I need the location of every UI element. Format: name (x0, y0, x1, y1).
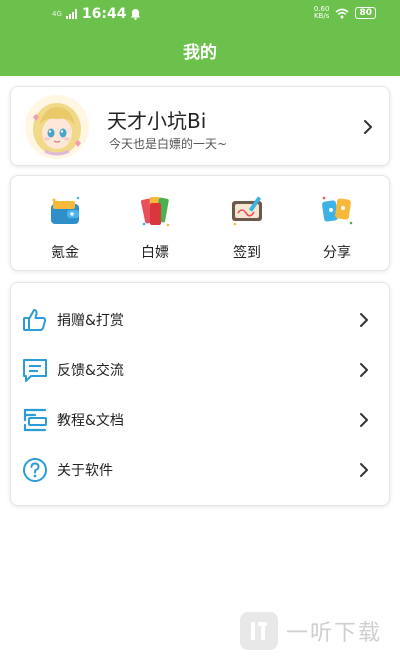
quick-action-label: 签到 (233, 245, 261, 261)
avatar[interactable] (25, 95, 89, 159)
wifi-icon (335, 8, 349, 18)
profile-name: 天才小坑Bi (107, 109, 207, 133)
share-icon (322, 196, 353, 225)
quick-action-label: 白嫖 (141, 245, 169, 261)
quick-action-krypton[interactable]: 氪金 (25, 190, 105, 262)
menu-item-label: 捐赠&打赏 (57, 313, 124, 329)
watermark-logo-icon (240, 612, 278, 650)
signal-icon (65, 9, 77, 19)
notification-bell-icon (131, 9, 141, 20)
quick-action-label: 分享 (323, 245, 351, 261)
menu-item-label: 反馈&交流 (57, 363, 124, 379)
thumbs-up-icon (23, 309, 47, 331)
chevron-right-icon (360, 313, 368, 327)
quick-actions-card: 氪金 白嫖 签到 分享 (10, 175, 390, 271)
anime-girl-avatar-icon (25, 95, 89, 159)
settings-menu-card: 捐赠&打赏 反馈&交流 教程&文档 关于软件 (10, 282, 390, 506)
chevron-right-icon[interactable] (361, 117, 375, 137)
quick-action-share[interactable]: 分享 (297, 190, 377, 262)
menu-item-donate[interactable]: 捐赠&打赏 (11, 295, 391, 345)
profile-signature: 今天也是白嫖的一天~ (109, 137, 228, 151)
menu-item-label: 教程&文档 (57, 413, 124, 429)
status-bar: 4G 16:44 0.60 KB/s 80 (0, 0, 400, 28)
chevron-right-icon (360, 463, 368, 477)
watermark-text: 一听下载 (286, 621, 383, 646)
menu-item-tutorial[interactable]: 教程&文档 (11, 395, 391, 445)
profile-card[interactable]: 天才小坑Bi 今天也是白嫖的一天~ (10, 86, 390, 166)
quick-action-freebie[interactable]: 白嫖 (115, 190, 195, 262)
help-icon (23, 458, 47, 482)
menu-item-feedback[interactable]: 反馈&交流 (11, 345, 391, 395)
quick-action-checkin[interactable]: 签到 (207, 190, 287, 262)
battery-indicator: 80 (355, 7, 376, 19)
menu-item-about[interactable]: 关于软件 (11, 445, 391, 495)
top-app-bar: 4G 16:44 0.60 KB/s 80 我的 (0, 0, 400, 76)
chevron-right-icon (360, 363, 368, 377)
watermark: 一听下载 (240, 612, 382, 650)
message-icon (23, 359, 47, 382)
cards-icon (140, 196, 170, 227)
wallet-icon (51, 196, 80, 224)
chevron-right-icon (360, 413, 368, 427)
network-speed: 0.60 KB/s (313, 5, 330, 20)
quick-action-label: 氪金 (51, 245, 79, 261)
network-type: 4G (52, 9, 62, 18)
clock: 16:44 (81, 6, 127, 22)
document-icon (23, 408, 47, 432)
page-title: 我的 (183, 43, 217, 63)
sign-board-icon (232, 196, 262, 226)
menu-item-label: 关于软件 (57, 463, 113, 479)
